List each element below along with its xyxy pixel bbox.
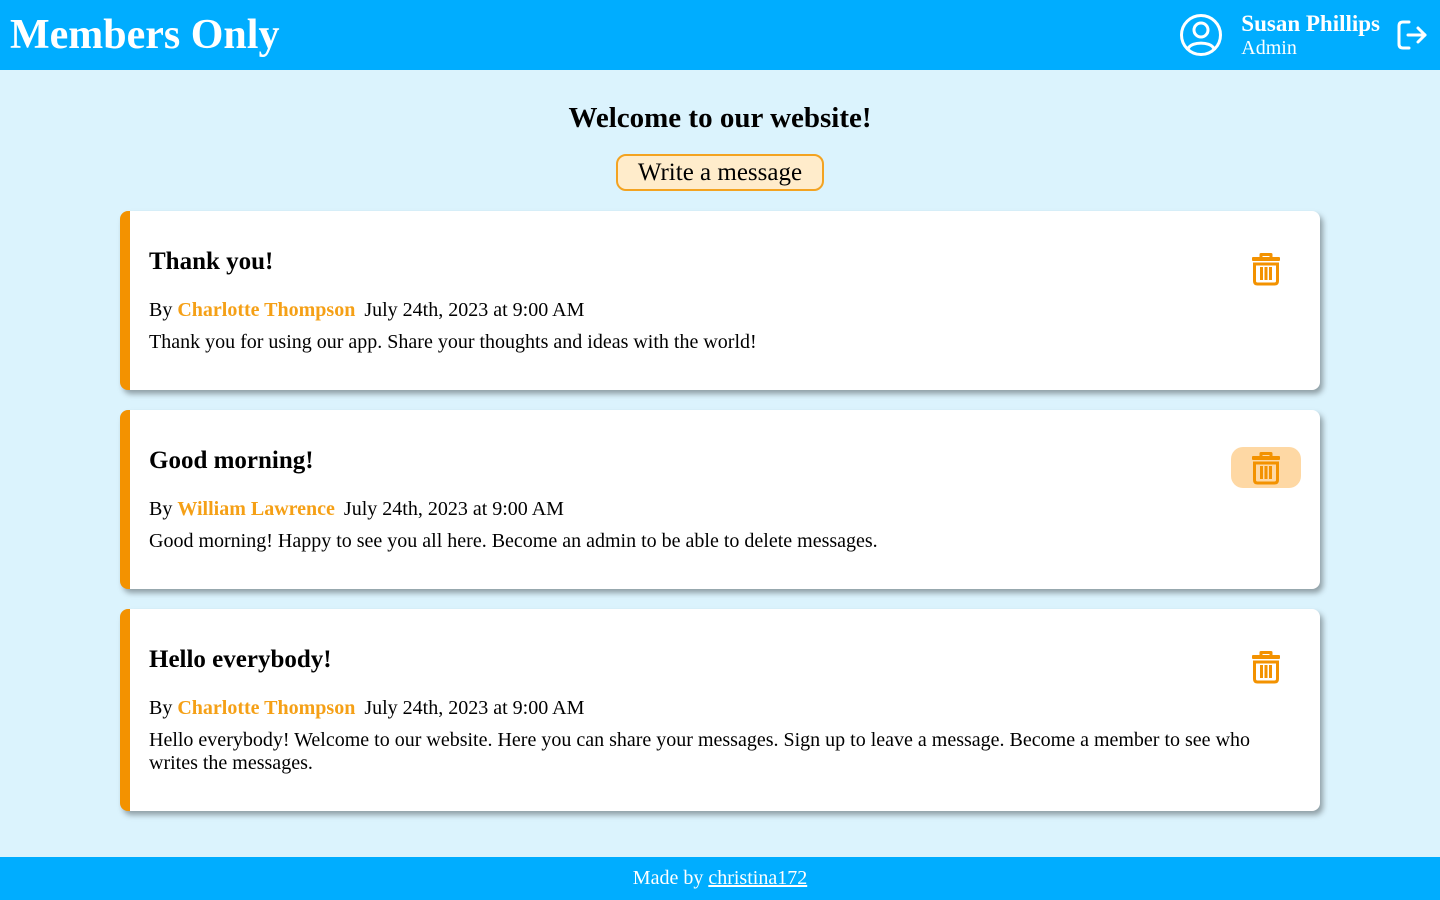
message-author: Charlotte Thompson	[177, 697, 356, 719]
user-name: Susan Phillips	[1241, 11, 1380, 36]
delete-message-button[interactable]	[1231, 646, 1301, 687]
message-meta: By William Lawrence July 24th, 2023 at 9:…	[149, 498, 1260, 520]
top-bar: Members Only Susan Phillips Admin	[0, 0, 1440, 70]
user-area: Susan Phillips Admin	[1179, 12, 1428, 58]
message-author: William Lawrence	[177, 498, 335, 520]
user-circle-icon[interactable]	[1179, 13, 1223, 57]
message-date: July 24th, 2023 at 9:00 AM	[364, 299, 585, 321]
delete-message-button[interactable]	[1231, 248, 1301, 289]
message-by-label: By	[149, 498, 173, 520]
message-card: Good morning! By William Lawrence July 24t…	[120, 410, 1320, 589]
user-info: Susan Phillips Admin	[1241, 12, 1380, 58]
message-meta: By Charlotte Thompson July 24th, 2023 at …	[149, 697, 1260, 719]
message-meta: By Charlotte Thompson July 24th, 2023 at …	[149, 299, 1260, 321]
trash-icon	[1252, 650, 1280, 683]
message-title: Hello everybody!	[149, 646, 332, 673]
message-body: Hello everybody! Welcome to our website.…	[149, 729, 1251, 774]
delete-message-button[interactable]	[1231, 447, 1301, 488]
footer: Made by christina172	[0, 857, 1440, 900]
main-content: Welcome to our website! Write a message …	[0, 70, 1440, 811]
message-list: Thank you! By Charlotte Thompson July 24th…	[120, 211, 1320, 811]
welcome-heading: Welcome to our website!	[568, 102, 872, 134]
message-card: Hello everybody! By Charlotte Thompson Jul…	[120, 609, 1320, 811]
logout-icon[interactable]	[1396, 19, 1428, 51]
trash-icon	[1252, 252, 1280, 285]
message-by-label: By	[149, 299, 173, 321]
message-body: Thank you for using our app. Share your …	[149, 331, 757, 353]
message-date: July 24th, 2023 at 9:00 AM	[343, 498, 564, 520]
message-title: Good morning!	[149, 447, 314, 474]
message-body: Good morning! Happy to see you all here.…	[149, 530, 878, 552]
message-date: July 24th, 2023 at 9:00 AM	[364, 697, 585, 719]
message-title: Thank you!	[149, 248, 274, 275]
write-message-button[interactable]: Write a message	[616, 154, 824, 191]
trash-icon	[1252, 451, 1280, 484]
message-by-label: By	[149, 697, 173, 719]
app-title[interactable]: Members Only	[10, 14, 279, 56]
footer-prefix: Made by	[632, 867, 704, 889]
user-role: Admin	[1241, 37, 1297, 59]
footer-author-link[interactable]: christina172	[708, 867, 807, 889]
message-author: Charlotte Thompson	[177, 299, 356, 321]
message-card: Thank you! By Charlotte Thompson July 24th…	[120, 211, 1320, 390]
